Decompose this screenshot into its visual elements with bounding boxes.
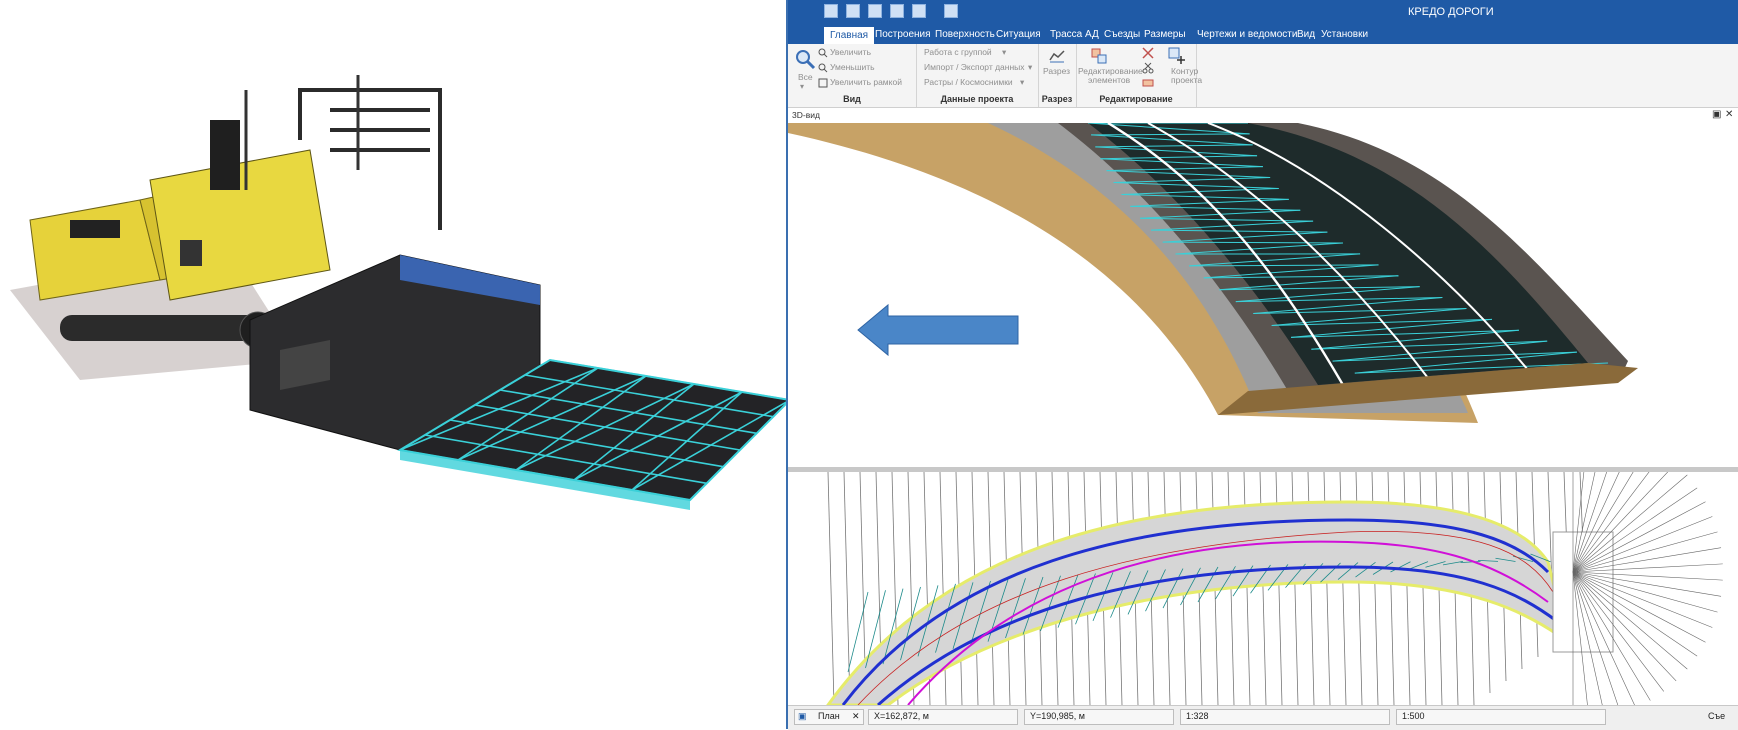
view3d-canvas[interactable] (788, 123, 1738, 467)
tab-postroeniya[interactable]: Построения (869, 26, 937, 44)
scale-current-value: 1:328 (1186, 711, 1209, 721)
quick-access-toolbar (824, 4, 958, 18)
group-work-button[interactable]: Работа с группой (924, 47, 992, 57)
join-icon[interactable] (1142, 77, 1154, 89)
contour-button-line2: проекта (1171, 75, 1202, 85)
import-export-button[interactable]: Импорт / Экспорт данных (924, 62, 1025, 72)
x-coord-value: X=162,872, м (874, 711, 929, 721)
ribbon-group-section: Разрез Разрез (1038, 44, 1077, 107)
scale-current-field (1180, 709, 1390, 725)
tab-razmery[interactable]: Размеры (1138, 26, 1192, 44)
scale-plan-value: 1:500 (1402, 711, 1425, 721)
redo-icon[interactable] (868, 4, 882, 18)
paver-rails (300, 90, 440, 230)
scale-plan-field[interactable] (1396, 709, 1606, 725)
paver-grille (180, 240, 202, 266)
zoom-out-button[interactable]: Уменьшить (830, 62, 875, 72)
zoom-frame-button[interactable]: Увеличить рамкой (830, 77, 902, 87)
info-icon[interactable] (912, 4, 926, 18)
ribbon-group-edit: Редактирование элементов Контур проекта … (1076, 44, 1197, 107)
zoom-all-button[interactable]: Все (798, 72, 813, 82)
ribbon-group-section-label: Разрез (1038, 94, 1076, 104)
chevron-down-icon[interactable]: ▾ (800, 82, 804, 91)
plan-tab-icon: ▣ (798, 711, 807, 722)
undo-icon[interactable] (846, 4, 860, 18)
pin-icon[interactable]: ▣ (1712, 109, 1721, 120)
plan-tab-label: План (818, 711, 840, 721)
tab-glavnaya[interactable]: Главная (824, 27, 874, 44)
tab-chertezhi[interactable]: Чертежи и ведомости (1191, 26, 1303, 44)
edit-elements-button-line2: элементов (1088, 75, 1130, 85)
chevron-down-icon[interactable]: ▾ (1020, 77, 1024, 88)
y-coord-value: Y=190,985, м (1030, 711, 1085, 721)
app-title: КРЕДО ДОРОГИ (1408, 6, 1494, 18)
menu-bar: Главная Построения Поверхность Ситуация … (788, 26, 1738, 44)
status-bar: ▣ План ✕ X=162,872, м Y=190,985, м 1:328… (788, 705, 1738, 730)
scissors-icon[interactable] (1142, 62, 1154, 74)
ribbon-group-view-label: Вид (788, 94, 916, 104)
tab-situatsiya[interactable]: Ситуация (990, 26, 1047, 44)
zoom-in-button[interactable]: Увеличить (830, 47, 871, 57)
zoom-frame-icon (818, 78, 828, 88)
title-bar: КРЕДО ДОРОГИ (788, 0, 1738, 26)
zoom-out-icon (818, 63, 828, 73)
paver-vent (70, 220, 120, 238)
ribbon-group-edit-label: Редактирование (1076, 94, 1196, 104)
view3d-title: 3D-вид (792, 110, 820, 120)
chevron-down-icon[interactable]: ▾ (1002, 47, 1006, 58)
zoom-in-icon (818, 48, 828, 58)
split-icon[interactable] (1142, 47, 1154, 59)
credo-app-window: КРЕДО ДОРОГИ Главная Построения Поверхно… (786, 0, 1738, 729)
contour-icon[interactable] (1168, 47, 1186, 65)
close-icon[interactable]: ✕ (1725, 109, 1733, 120)
save-icon[interactable] (824, 4, 838, 18)
section-icon[interactable] (1049, 48, 1065, 64)
plan-view-canvas[interactable] (788, 472, 1738, 705)
direction-arrow-icon (858, 305, 1018, 355)
paver-seat (210, 120, 240, 190)
ribbon-group-project-data-label: Данные проекта (916, 94, 1038, 104)
right-status-label: Съе (1708, 711, 1725, 721)
zoom-all-icon[interactable] (794, 48, 816, 70)
ribbon-group-view: Все ▾ Увеличить Уменьшить Увеличить рамк… (788, 44, 917, 107)
rasters-button[interactable]: Растры / Космоснимки (924, 77, 1013, 87)
edit-elements-icon[interactable] (1090, 47, 1110, 65)
chevron-down-icon[interactable]: ▾ (1028, 62, 1032, 73)
view-icon[interactable] (890, 4, 904, 18)
close-tab-icon[interactable]: ✕ (852, 711, 860, 722)
section-button[interactable]: Разрез (1043, 66, 1070, 76)
asphalt-paver-illustration (0, 50, 790, 610)
tab-ustanovki[interactable]: Установки (1315, 26, 1374, 44)
ribbon: Все ▾ Увеличить Уменьшить Увеличить рамк… (788, 44, 1738, 108)
app-menu-icon[interactable] (944, 4, 958, 18)
tab-trassa-ad[interactable]: Трасса АД (1044, 26, 1105, 44)
ribbon-group-project-data: Работа с группой ▾ Импорт / Экспорт данн… (916, 44, 1039, 107)
view3d-header: 3D-вид ▣ ✕ (788, 108, 1738, 124)
